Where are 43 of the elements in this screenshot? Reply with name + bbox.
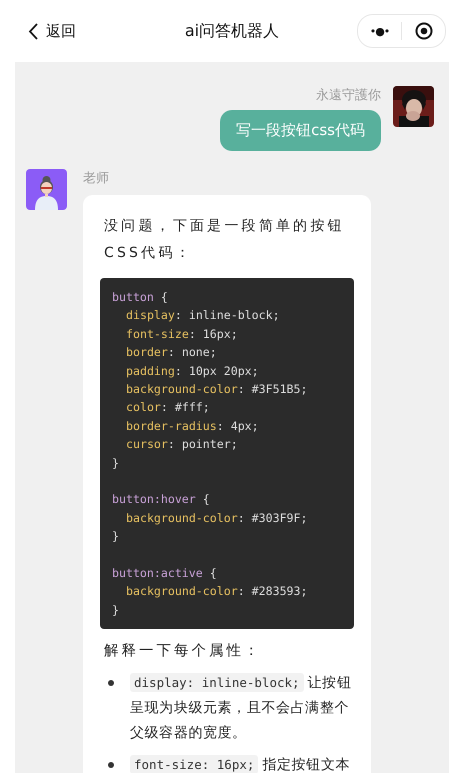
code-property: cursor (126, 437, 168, 452)
message-text: 解释一下每个属性： (104, 642, 262, 660)
code-text: : #303F9F; (238, 510, 308, 525)
message-bubble: 写一段按钮css代码 (220, 110, 381, 151)
page-title: ai问答机器人 (184, 20, 280, 40)
message-text: 没问题，下面是一段简单的按钮CSS代码： (104, 217, 346, 263)
code-selector: button (112, 290, 154, 304)
back-button[interactable]: 返回 (28, 22, 76, 40)
list-item-text: font-size: 16px; 指定按钮文本 (130, 752, 354, 773)
code-property: color (126, 400, 161, 414)
code-selector: button:hover (112, 492, 196, 506)
code-property: border (126, 345, 168, 360)
code-text: { (160, 290, 168, 304)
more-button[interactable]: •●• (358, 15, 401, 47)
list-item-text: display: inline-block; 让按钮呈现为块级元素，且不会占满整个父级容器的宽度。 (130, 672, 352, 744)
bullet-icon (108, 680, 114, 686)
code-property: border-radius (126, 418, 217, 433)
code-text: : 16px; (188, 326, 238, 341)
code-text: : #3F51B5; (238, 382, 308, 396)
code-text: : none; (168, 345, 217, 360)
code-text: } (112, 456, 119, 470)
code-property: display (126, 308, 175, 322)
code-text: } (112, 602, 119, 617)
chevron-left-icon (28, 22, 38, 40)
bullet-icon (108, 762, 114, 768)
code-property: background-color (126, 382, 238, 396)
code-property: font-size (126, 326, 189, 341)
code-text: : pointer; (168, 437, 238, 452)
code-text: : #283593; (238, 584, 308, 598)
code-selector: button:active (112, 566, 203, 580)
code-text: { (202, 492, 210, 506)
code-text: { (208, 566, 217, 580)
target-icon (414, 22, 432, 40)
code-property: background-color (126, 584, 238, 598)
sender-name: 永遠守護你 (316, 87, 381, 104)
sender-name: 老师 (83, 170, 110, 187)
code-text: : 10px 20px; (174, 364, 259, 378)
code-property: background-color (126, 510, 238, 525)
code-text: : inline-block; (174, 308, 280, 322)
code-text: } (112, 529, 119, 544)
code-property: padding (126, 364, 175, 378)
code-text: : 4px; (216, 418, 259, 433)
code-text: : #fff; (160, 400, 210, 414)
